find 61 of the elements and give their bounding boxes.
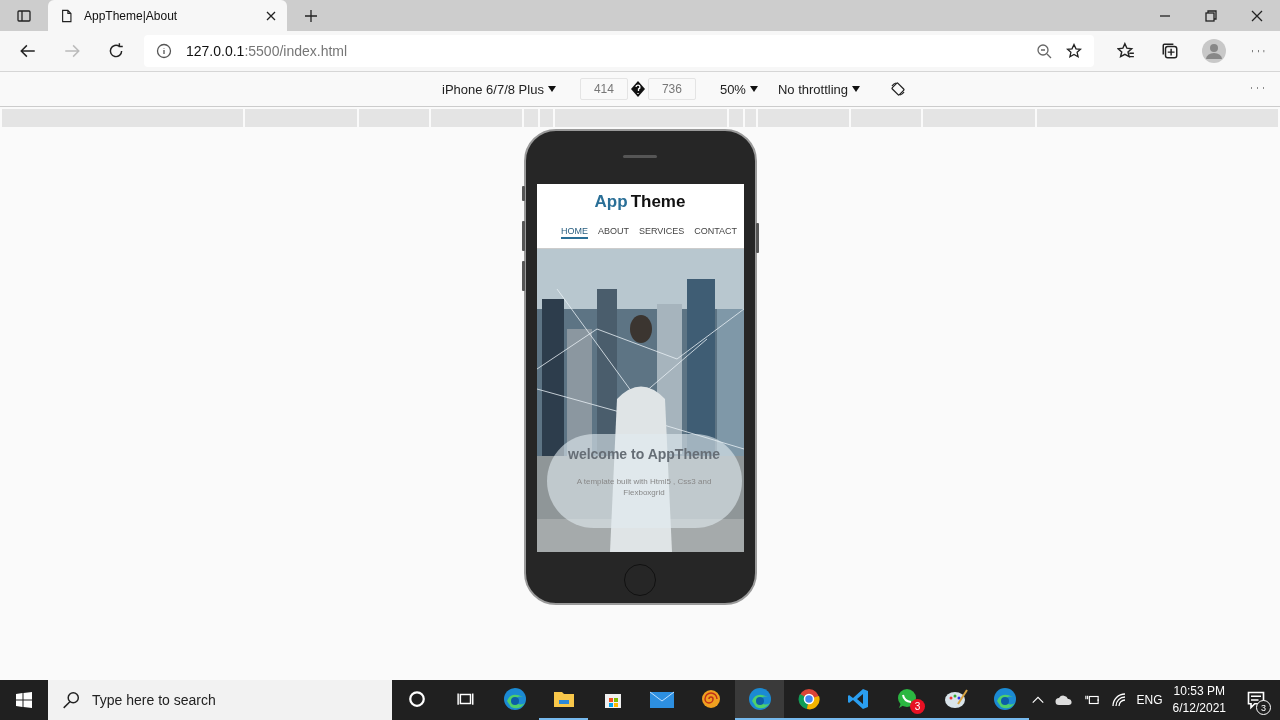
nav-link[interactable]: SERVICES	[638, 226, 685, 239]
caret-icon	[547, 85, 556, 93]
edge-icon	[992, 687, 1017, 711]
close-icon[interactable]	[265, 9, 277, 22]
nav-link[interactable]: HOME	[560, 226, 588, 239]
info-icon	[156, 43, 172, 59]
phone-speaker	[623, 155, 657, 158]
spiral-icon	[699, 688, 722, 710]
action-center-button[interactable]: 3	[1236, 680, 1276, 720]
width-field[interactable]: 414	[579, 78, 628, 100]
throttling-select[interactable]: No throttling	[777, 81, 861, 97]
edge-icon	[747, 687, 772, 711]
task-view-icon	[456, 690, 475, 708]
address-bar[interactable]: 127.0.0.1:5500/index.html	[144, 35, 1094, 67]
site-logo[interactable]: App Theme	[594, 192, 686, 212]
zoom-out-icon[interactable]	[1036, 43, 1052, 59]
new-tab-icon[interactable]	[303, 7, 319, 24]
device-select[interactable]: iPhone 6/7/8 Plus	[442, 81, 556, 97]
chat-bubble-icon	[895, 688, 918, 710]
taskbar-app[interactable]: 3	[882, 680, 931, 720]
zoom-select[interactable]: 50%	[719, 81, 758, 97]
profile-avatar[interactable]	[1202, 39, 1226, 63]
code-editor-icon	[846, 688, 869, 710]
height-field[interactable]: 736	[647, 78, 696, 100]
circle-icon	[407, 690, 426, 708]
folder-icon	[552, 689, 575, 709]
page-icon	[60, 7, 74, 24]
hero-subtitle: A template built with Html5 , Css3 and Flexboxgrid	[575, 476, 713, 498]
refresh-icon[interactable]	[107, 42, 125, 60]
collections-icon[interactable]	[1161, 42, 1179, 60]
favorite-add-icon[interactable]	[1066, 43, 1082, 59]
back-icon[interactable]	[19, 42, 37, 60]
envelope-icon	[649, 690, 674, 708]
caret-icon	[749, 85, 758, 93]
forward-icon	[63, 42, 81, 60]
missing-glyph-icon	[630, 81, 645, 97]
taskbar-app[interactable]	[735, 680, 784, 720]
language-indicator[interactable]: ENG	[1136, 693, 1163, 707]
search-icon	[62, 691, 80, 709]
battery-icon	[1082, 693, 1101, 707]
edge-icon	[502, 687, 527, 711]
cloud-icon	[1054, 694, 1073, 706]
caret-icon	[852, 85, 861, 93]
chrome-icon	[797, 688, 820, 710]
nav-link[interactable]: CONTACT	[694, 226, 738, 239]
restore-icon[interactable]	[1205, 9, 1217, 22]
tab-actions-icon[interactable]	[16, 7, 32, 24]
close-icon[interactable]	[1251, 9, 1263, 22]
favorites-icon[interactable]	[1117, 42, 1135, 60]
hero-title: welcome to AppTheme	[568, 446, 720, 462]
notification-count: 3	[1256, 700, 1271, 715]
palette-icon	[943, 688, 968, 710]
notification-badge: 3	[910, 699, 925, 714]
browser-tab[interactable]: AppTheme|About	[48, 0, 287, 31]
wifi-icon	[1110, 692, 1127, 708]
clock[interactable]: 10:53 PM 6/12/2021	[1172, 683, 1226, 717]
nav-link[interactable]: ABOUT	[597, 226, 629, 239]
taskbar-search-field[interactable]: Type here to search	[48, 680, 392, 720]
rotate-icon[interactable]	[890, 81, 907, 97]
message-icon	[1246, 690, 1266, 710]
windows-logo-icon[interactable]	[16, 692, 32, 708]
